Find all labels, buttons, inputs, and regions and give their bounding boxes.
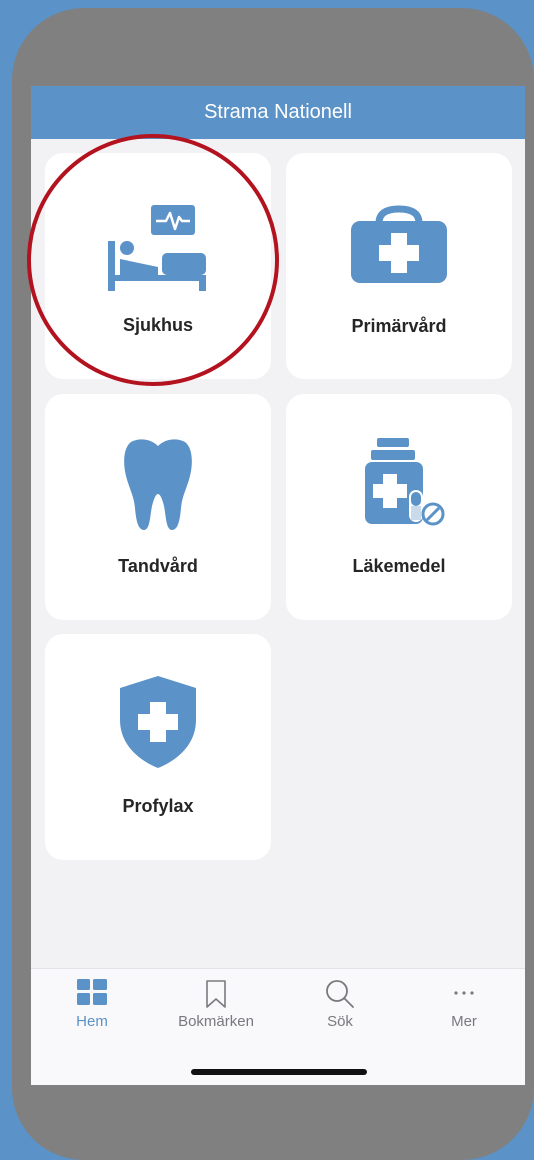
shield-cross-icon — [120, 676, 196, 768]
tab-label: Bokmärken — [178, 1013, 254, 1030]
tile-lakemedel[interactable]: Läkemedel — [286, 394, 512, 620]
tile-label: Tandvård — [118, 556, 198, 576]
tab-bokmarken[interactable]: Bokmärken — [161, 969, 271, 1039]
search-icon — [326, 980, 354, 1008]
tab-sok[interactable]: Sök — [285, 969, 395, 1039]
tab-hem[interactable]: Hem — [37, 969, 147, 1039]
medical-bag-icon — [351, 205, 447, 283]
tab-label: Sök — [327, 1013, 353, 1030]
nav-header: Strama Nationell — [31, 86, 525, 139]
tile-primarvard[interactable]: Primärvård — [286, 153, 512, 379]
bookmark-icon — [206, 980, 226, 1008]
more-icon — [454, 991, 474, 995]
tab-label: Hem — [76, 1013, 108, 1030]
tile-label: Läkemedel — [352, 556, 446, 576]
tile-label: Sjukhus — [122, 315, 193, 335]
tile-tandvard[interactable]: Tandvård — [45, 394, 271, 620]
app-screen: Strama Nationell Sjukhus Primärvård Tand… — [31, 86, 525, 1085]
tab-mer[interactable]: Mer — [409, 969, 519, 1039]
medicine-bottle-icon — [365, 438, 445, 526]
tab-bar: Hem Bokmärken Sök Mer — [31, 968, 525, 1085]
grid-icon — [77, 979, 107, 1005]
tooth-icon — [124, 439, 192, 530]
page-title: Strama Nationell — [204, 101, 352, 123]
tile-profylax[interactable]: Profylax — [45, 634, 271, 860]
tile-label: Profylax — [122, 796, 194, 816]
hospital-bed-icon — [108, 205, 206, 291]
home-indicator — [191, 1069, 367, 1075]
tab-label: Mer — [451, 1013, 477, 1030]
tile-label: Primärvård — [351, 316, 447, 336]
tile-sjukhus[interactable]: Sjukhus — [45, 153, 271, 379]
